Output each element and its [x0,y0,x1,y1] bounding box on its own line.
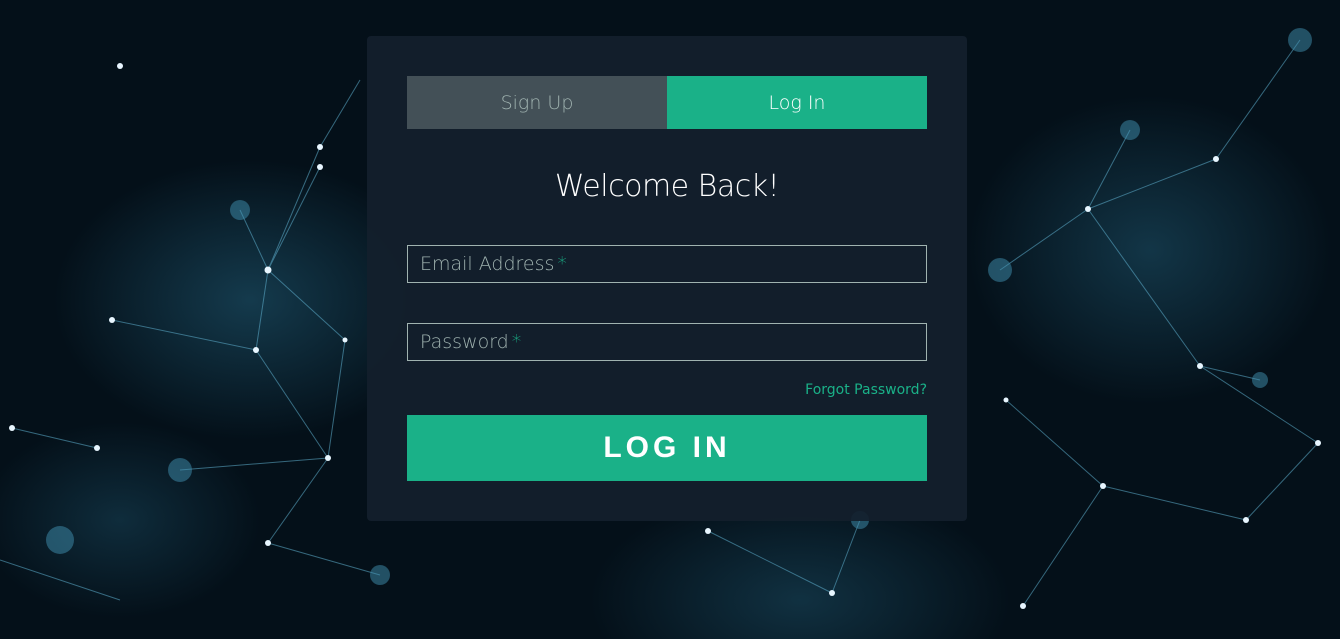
log-in-button[interactable]: LOG IN [407,415,927,481]
password-field[interactable]: Password * [407,323,927,361]
login-card: Sign Up Log In Welcome Back! Email Addre… [367,36,967,521]
page-title: Welcome Back! [554,169,780,204]
tab-log-in[interactable]: Log In [667,76,927,129]
email-input[interactable] [408,246,926,282]
forgot-password-link[interactable]: Forgot Password? [805,382,927,398]
password-input[interactable] [408,324,926,360]
tab-sign-up[interactable]: Sign Up [407,76,667,129]
auth-tabs: Sign Up Log In [407,76,927,129]
email-field[interactable]: Email Address * [407,245,927,283]
